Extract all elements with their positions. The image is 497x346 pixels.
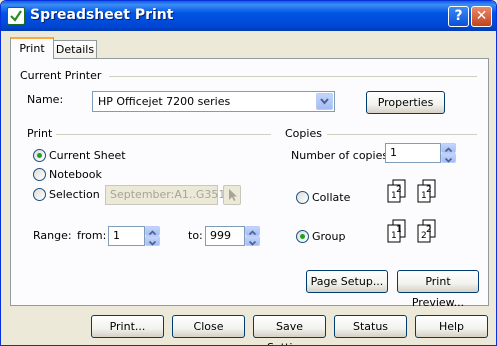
notebook-label[interactable]: Notebook: [49, 168, 102, 181]
selection-range-field: September:A1..G351: [105, 185, 225, 205]
collate-page-number: 2: [396, 185, 402, 195]
collate-label[interactable]: Collate: [312, 191, 350, 204]
collate-page-number: 2: [426, 185, 432, 195]
help-button[interactable]: Help: [415, 315, 488, 338]
selection-label[interactable]: Selection: [49, 188, 100, 201]
printer-name-select[interactable]: HP Officejet 7200 series: [92, 91, 335, 112]
spin-down-icon[interactable]: [245, 236, 260, 246]
print-button[interactable]: Print...: [91, 315, 164, 338]
group-label[interactable]: Group: [312, 230, 346, 243]
status-button[interactable]: Status: [334, 315, 407, 338]
selection-range-value: September:A1..G351: [110, 188, 226, 201]
app-icon: [7, 7, 25, 25]
printer-name-value: HP Officejet 7200 series: [98, 95, 231, 108]
range-label: Range:: [33, 229, 72, 242]
group-divider: [109, 76, 477, 77]
close-button[interactable]: Close: [172, 315, 245, 338]
range-to-value: 999: [210, 229, 231, 242]
range-from-value: 1: [113, 229, 120, 242]
group-page-number: 1: [396, 225, 402, 235]
range-from-label: from:: [77, 229, 107, 242]
spin-down-icon[interactable]: [145, 236, 160, 246]
selection-radio[interactable]: [33, 188, 46, 201]
group-radio[interactable]: [296, 230, 309, 243]
number-of-copies-value: 1: [390, 146, 397, 159]
print-preview-button[interactable]: Print Preview...: [397, 270, 479, 309]
current-sheet-label[interactable]: Current Sheet: [49, 149, 126, 162]
group-page-number: 1: [391, 231, 397, 241]
group-pages-icon: 1 1 2 2: [387, 219, 436, 243]
spin-up-icon[interactable]: [245, 226, 260, 236]
range-to-input[interactable]: 999: [205, 226, 245, 246]
spin-up-icon[interactable]: [441, 143, 456, 153]
range-from-spinner[interactable]: [145, 226, 160, 246]
close-icon[interactable]: ✕: [471, 6, 492, 27]
print-tab-panel: Current Printer Name: HP Officejet 7200 …: [10, 58, 489, 309]
range-from-input[interactable]: 1: [108, 226, 145, 246]
collate-radio[interactable]: [296, 191, 309, 204]
cursor-arrow-icon: [229, 189, 237, 201]
group-page-number: 2: [426, 225, 432, 235]
collate-page-number: 1: [391, 191, 397, 201]
print-dialog-window: Spreadsheet Print ? ✕ Print Details Curr…: [0, 0, 497, 346]
group-divider: [56, 134, 271, 135]
spin-down-icon[interactable]: [441, 153, 456, 163]
help-icon[interactable]: ?: [448, 6, 469, 27]
range-to-label: to:: [188, 229, 203, 242]
window-title: Spreadsheet Print: [30, 7, 174, 23]
current-printer-group-label: Current Printer: [20, 69, 102, 82]
collate-page-number: 1: [421, 191, 427, 201]
tab-details[interactable]: Details: [53, 40, 97, 59]
save-settings-button[interactable]: Save Settings: [253, 315, 326, 345]
print-group-label: Print: [27, 127, 53, 140]
page-setup-button[interactable]: Page Setup...: [306, 270, 388, 293]
tab-print[interactable]: Print: [10, 37, 54, 59]
spin-up-icon[interactable]: [145, 226, 160, 236]
range-to-spinner[interactable]: [245, 226, 260, 246]
notebook-radio[interactable]: [33, 168, 46, 181]
group-page-number: 2: [421, 231, 427, 241]
copies-spinner[interactable]: [441, 143, 456, 163]
current-sheet-radio[interactable]: [33, 149, 46, 162]
number-of-copies-input[interactable]: 1: [385, 143, 441, 163]
group-divider: [327, 134, 477, 135]
properties-button[interactable]: Properties: [366, 91, 445, 114]
copies-group-label: Copies: [285, 127, 322, 140]
collate-pages-icon: 2 1 2 1: [387, 179, 436, 203]
number-of-copies-label: Number of copies:: [291, 149, 392, 162]
title-bar[interactable]: Spreadsheet Print ? ✕: [1, 1, 496, 31]
chevron-down-icon[interactable]: [316, 93, 333, 110]
range-picker-button: [223, 185, 241, 205]
printer-name-label: Name:: [27, 93, 64, 106]
